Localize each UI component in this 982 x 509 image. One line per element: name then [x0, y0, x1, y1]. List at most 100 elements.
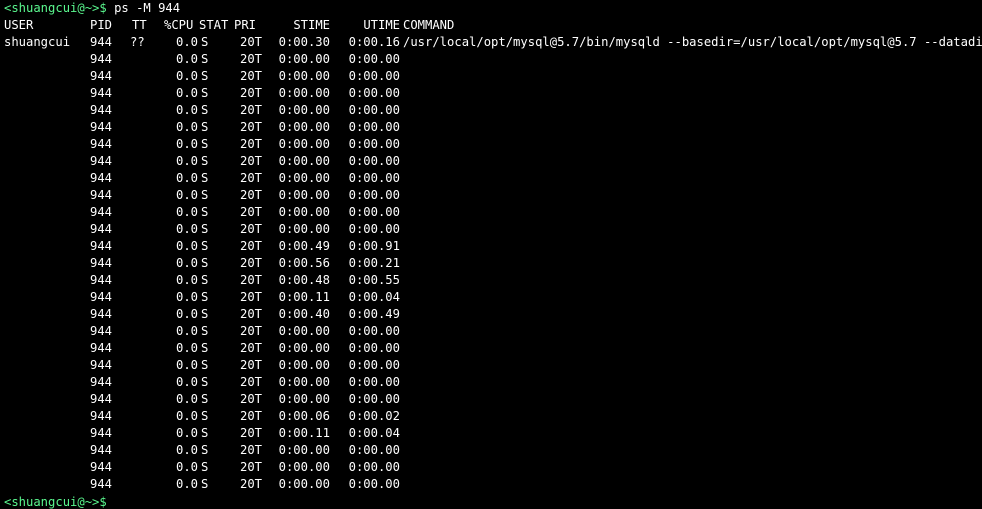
- cell-utime: 0:00.00: [348, 477, 400, 491]
- cell-stime: 0:00.00: [278, 103, 330, 117]
- cell-pri: 20T: [239, 205, 262, 219]
- cell-cpu: 0.0: [175, 443, 198, 457]
- cell-pid: 944: [89, 273, 112, 287]
- cell-cpu: 0.0: [175, 35, 198, 49]
- cell-cpu: 0.0: [175, 341, 198, 355]
- cell-utime: 0:00.00: [348, 52, 400, 66]
- cell-stime: 0:00.00: [278, 358, 330, 372]
- cell-pri: 20T: [239, 188, 262, 202]
- cell-stat: S: [201, 222, 209, 236]
- table-row: 944 0.0 S 20T 0:00.56 0:00.21: [4, 255, 982, 272]
- cell-stat: S: [201, 375, 209, 389]
- header-command: COMMAND: [403, 18, 455, 32]
- shell-prompt-final: <shuangcui@~>$: [4, 495, 107, 509]
- cell-user: shuangcui: [4, 35, 71, 49]
- cell-tt: ??: [130, 35, 145, 49]
- table-row: 944 0.0 S 20T 0:00.00 0:00.00: [4, 357, 982, 374]
- cell-pid: 944: [89, 460, 112, 474]
- table-row: shuangcui 944?? 0.0 S 20T 0:00.30 0:00.16/usr/…: [4, 34, 982, 51]
- cell-pri: 20T: [239, 256, 262, 270]
- cell-stat: S: [201, 273, 209, 287]
- cell-cpu: 0.0: [175, 358, 198, 372]
- table-row: 944 0.0 S 20T 0:00.11 0:00.04: [4, 425, 982, 442]
- final-prompt-line[interactable]: <shuangcui@~>$: [4, 493, 982, 509]
- cell-stat: S: [201, 120, 209, 134]
- cell-pri: 20T: [239, 154, 262, 168]
- cell-cpu: 0.0: [175, 290, 198, 304]
- cell-pid: 944: [89, 256, 112, 270]
- cell-pri: 20T: [239, 273, 262, 287]
- process-list: shuangcui 944?? 0.0 S 20T 0:00.30 0:00.16/usr/…: [4, 34, 982, 493]
- cell-pri: 20T: [239, 290, 262, 304]
- cell-pid: 944: [89, 341, 112, 355]
- cell-stime: 0:00.00: [278, 52, 330, 66]
- cell-pri: 20T: [239, 86, 262, 100]
- cell-utime: 0:00.00: [348, 460, 400, 474]
- cell-stat: S: [201, 409, 209, 423]
- cell-cpu: 0.0: [175, 171, 198, 185]
- cell-pri: 20T: [239, 460, 262, 474]
- cell-stime: 0:00.11: [278, 290, 330, 304]
- cell-cpu: 0.0: [175, 52, 198, 66]
- cell-utime: 0:00.00: [348, 392, 400, 406]
- cell-cpu: 0.0: [175, 137, 198, 151]
- cell-pid: 944: [89, 137, 112, 151]
- header-tt: TT: [132, 18, 147, 32]
- table-row: 944 0.0 S 20T 0:00.11 0:00.04: [4, 289, 982, 306]
- cell-stat: S: [201, 341, 209, 355]
- cell-utime: 0:00.02: [348, 409, 400, 423]
- cell-cpu: 0.0: [175, 69, 198, 83]
- cell-cpu: 0.0: [175, 426, 198, 440]
- cell-pri: 20T: [239, 222, 262, 236]
- cell-utime: 0:00.55: [348, 273, 400, 287]
- cell-stime: 0:00.00: [278, 120, 330, 134]
- cell-pri: 20T: [239, 341, 262, 355]
- cell-stime: 0:00.00: [278, 171, 330, 185]
- cell-stime: 0:00.48: [278, 273, 330, 287]
- cell-stime: 0:00.06: [278, 409, 330, 423]
- table-row: 944 0.0 S 20T 0:00.00 0:00.00: [4, 119, 982, 136]
- table-row: 944 0.0 S 20T 0:00.00 0:00.00: [4, 340, 982, 357]
- cell-pri: 20T: [239, 69, 262, 83]
- cell-utime: 0:00.00: [348, 154, 400, 168]
- table-row: 944 0.0 S 20T 0:00.00 0:00.00: [4, 391, 982, 408]
- cell-pid: 944: [89, 239, 112, 253]
- table-row: 944 0.0 S 20T 0:00.06 0:00.02: [4, 408, 982, 425]
- header-utime: UTIME: [363, 18, 400, 32]
- cell-pid: 944: [89, 205, 112, 219]
- table-row: 944 0.0 S 20T 0:00.00 0:00.00: [4, 374, 982, 391]
- terminal-window[interactable]: <shuangcui@~>$ ps -M 944 USER PID TT %CP…: [0, 0, 982, 509]
- cell-pid: 944: [89, 69, 112, 83]
- cell-pid: 944: [89, 375, 112, 389]
- cell-stime: 0:00.00: [278, 375, 330, 389]
- cell-pri: 20T: [239, 52, 262, 66]
- cell-stat: S: [201, 171, 209, 185]
- cell-pid: 944: [89, 188, 112, 202]
- cell-utime: 0:00.00: [348, 86, 400, 100]
- header-cpu: %CPU: [164, 18, 194, 32]
- cell-utime: 0:00.00: [348, 103, 400, 117]
- table-row: 944 0.0 S 20T 0:00.40 0:00.49: [4, 306, 982, 323]
- table-row: 944 0.0 S 20T 0:00.48 0:00.55: [4, 272, 982, 289]
- header-pid: PID: [90, 18, 113, 32]
- cell-pid: 944: [89, 86, 112, 100]
- cell-stat: S: [201, 426, 209, 440]
- cell-stime: 0:00.30: [278, 35, 330, 49]
- table-row: 944 0.0 S 20T 0:00.00 0:00.00: [4, 221, 982, 238]
- cell-cpu: 0.0: [175, 120, 198, 134]
- cell-pri: 20T: [239, 443, 262, 457]
- cell-pid: 944: [89, 35, 112, 49]
- cell-stat: S: [201, 392, 209, 406]
- cell-stime: 0:00.11: [278, 426, 330, 440]
- cell-cpu: 0.0: [175, 103, 198, 117]
- header-stat: STAT: [199, 18, 229, 32]
- cell-pid: 944: [89, 222, 112, 236]
- cell-cpu: 0.0: [175, 460, 198, 474]
- cell-stat: S: [201, 103, 209, 117]
- cell-stat: S: [201, 35, 209, 49]
- cell-pri: 20T: [239, 409, 262, 423]
- header-pri: PRI: [234, 18, 257, 32]
- cell-cpu: 0.0: [175, 375, 198, 389]
- text-cursor: [107, 493, 113, 506]
- table-row: 944 0.0 S 20T 0:00.00 0:00.00: [4, 68, 982, 85]
